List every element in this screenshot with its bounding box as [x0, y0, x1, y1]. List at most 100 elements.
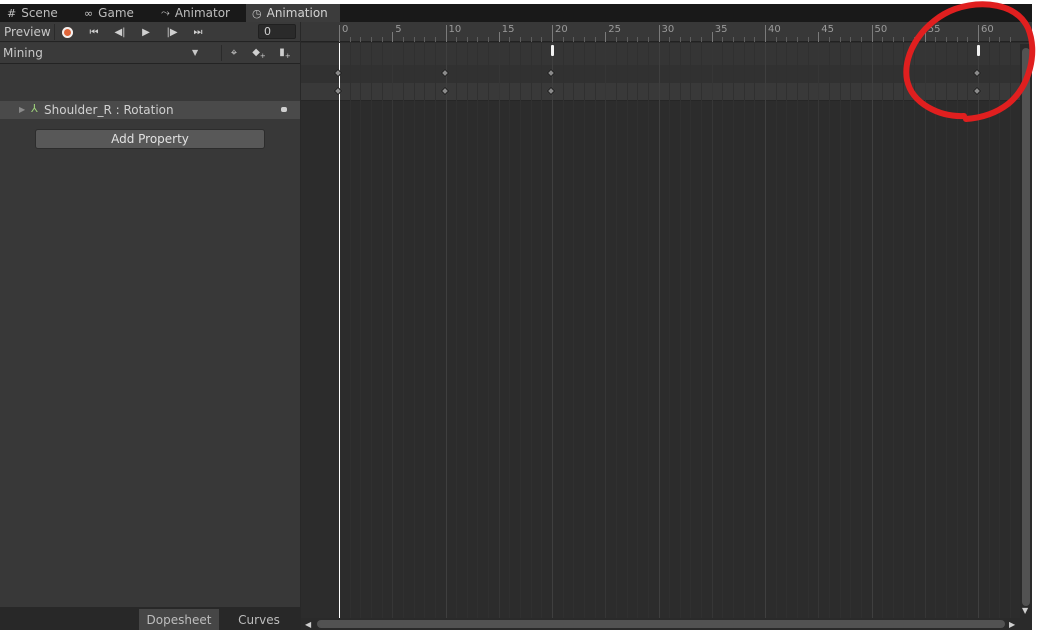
previous-keyframe-button[interactable]: ◀|: [108, 23, 132, 41]
grid-line: [552, 43, 553, 618]
red-circle-annotation: [903, 1, 1036, 122]
grid-line: [946, 43, 948, 618]
grid-line: [626, 43, 628, 618]
grid-line: [956, 43, 958, 618]
grid-line: [658, 43, 660, 618]
tab-game-label: Game: [98, 6, 134, 20]
grid-line: [839, 43, 841, 618]
grid-icon: #: [7, 6, 17, 20]
tab-animator-label: Animator: [174, 6, 230, 20]
grid-line: [647, 43, 649, 618]
scroll-right-arrow-icon[interactable]: ▶: [1009, 620, 1015, 629]
grid-line: [605, 43, 607, 618]
grid-line: [892, 43, 894, 618]
animation-event-marker[interactable]: [551, 45, 554, 56]
grid-line: [701, 43, 703, 618]
keyframe-options-icon[interactable]: [281, 107, 287, 112]
chevron-down-icon: ▼: [192, 48, 199, 57]
last-keyframe-button[interactable]: ⏭: [186, 23, 210, 41]
tab-scene[interactable]: # Scene: [0, 4, 78, 22]
step-back-icon: ◀|: [114, 26, 126, 38]
grid-line: [796, 43, 798, 618]
clip-row: Mining ▼ ⌖ ◆+ ▮+: [0, 43, 300, 64]
grid-line: [349, 43, 351, 618]
filter-by-selection-button[interactable]: ⌖: [224, 44, 244, 62]
grid-line: [978, 43, 979, 618]
grid-line: [775, 43, 777, 618]
property-label: Shoulder_R : Rotation: [44, 103, 174, 117]
clip-name: Mining: [3, 46, 43, 60]
record-button[interactable]: [57, 23, 77, 41]
animator-icon: ⤳: [161, 6, 170, 19]
add-property-button[interactable]: Add Property: [35, 129, 265, 149]
record-icon: [61, 26, 73, 38]
frame-field[interactable]: 0: [258, 24, 296, 39]
grid-line: [573, 43, 575, 618]
playhead[interactable]: [339, 43, 340, 618]
tab-animation[interactable]: ◷ Animation: [246, 4, 340, 22]
toolbar-divider: [54, 24, 55, 40]
horizontal-scroll-thumb[interactable]: [317, 620, 1005, 628]
scroll-left-arrow-icon[interactable]: ◀: [305, 620, 311, 629]
grid-line: [530, 43, 532, 618]
grid-line: [1009, 43, 1011, 618]
add-event-button[interactable]: ▮+: [274, 44, 296, 62]
skip-to-end-icon: ⏭: [193, 26, 203, 38]
clip-dropdown[interactable]: Mining ▼: [0, 43, 212, 64]
grid-line: [434, 43, 436, 618]
grid-line: [669, 43, 671, 618]
play-button[interactable]: ▶: [134, 23, 158, 41]
grid-line: [456, 43, 458, 618]
tab-curves[interactable]: Curves: [219, 609, 299, 630]
playback-toolbar: Preview ⏮ ◀| ▶ |▶ ⏭ 0: [0, 22, 300, 42]
grid-line: [445, 43, 447, 618]
grid-line: [807, 43, 809, 618]
grid-line: [828, 43, 830, 618]
grid-line: [541, 43, 543, 618]
expand-arrow-icon[interactable]: ▶: [19, 105, 25, 114]
next-keyframe-button[interactable]: |▶: [160, 23, 184, 41]
grid-line: [520, 43, 522, 618]
view-mode-tabs: Dopesheet Curves: [0, 607, 300, 630]
grid-line: [818, 43, 820, 618]
property-row[interactable]: ▶ ⅄ Shoulder_R : Rotation: [0, 101, 300, 119]
grid-line: [967, 43, 969, 618]
step-forward-icon: |▶: [166, 26, 178, 38]
grid-line: [882, 43, 884, 618]
vertical-scroll-thumb[interactable]: [1022, 48, 1030, 606]
grid-line: [562, 43, 564, 618]
tab-game[interactable]: ∞ Game: [78, 4, 156, 22]
property-panel: Preview ⏮ ◀| ▶ |▶ ⏭ 0 Mining ▼ ⌖ ◆+ ▮+ ▶…: [0, 22, 300, 630]
vertical-scrollbar[interactable]: ▼: [1020, 44, 1032, 618]
grid-line: [615, 43, 617, 618]
grid-line: [466, 43, 468, 618]
preview-toggle[interactable]: Preview: [4, 25, 51, 39]
first-keyframe-button[interactable]: ⏮: [82, 23, 106, 41]
add-keyframe-button[interactable]: ◆+: [248, 44, 270, 62]
gamepad-icon: ∞: [84, 6, 94, 20]
grid-line: [903, 43, 905, 618]
play-icon: ▶: [142, 26, 150, 38]
add-event-icon: ▮+: [279, 46, 291, 60]
crosshair-icon: ⌖: [230, 46, 238, 59]
grid-line: [999, 43, 1001, 618]
grid-line: [637, 43, 639, 618]
clock-icon: ◷: [252, 6, 262, 20]
horizontal-scrollbar[interactable]: ◀ ▶: [301, 618, 1032, 630]
tab-animator[interactable]: ⤳ Animator: [156, 4, 246, 22]
grid-line: [765, 43, 766, 618]
grid-line: [754, 43, 756, 618]
grid-line: [679, 43, 681, 618]
grid-line: [935, 43, 937, 618]
grid-line: [370, 43, 372, 618]
grid-line: [392, 43, 394, 618]
grid-line: [786, 43, 788, 618]
tab-dopesheet[interactable]: Dopesheet: [139, 609, 219, 630]
animation-window: # Scene ∞ Game ⤳ Animator ◷ Animation Pr…: [0, 4, 1032, 630]
grid-line: [722, 43, 724, 618]
grid-line: [924, 43, 926, 618]
grid-line: [488, 43, 490, 618]
scroll-down-arrow-icon[interactable]: ▼: [1022, 606, 1028, 615]
toolbar-divider: [221, 45, 222, 61]
grid-line: [360, 43, 362, 618]
